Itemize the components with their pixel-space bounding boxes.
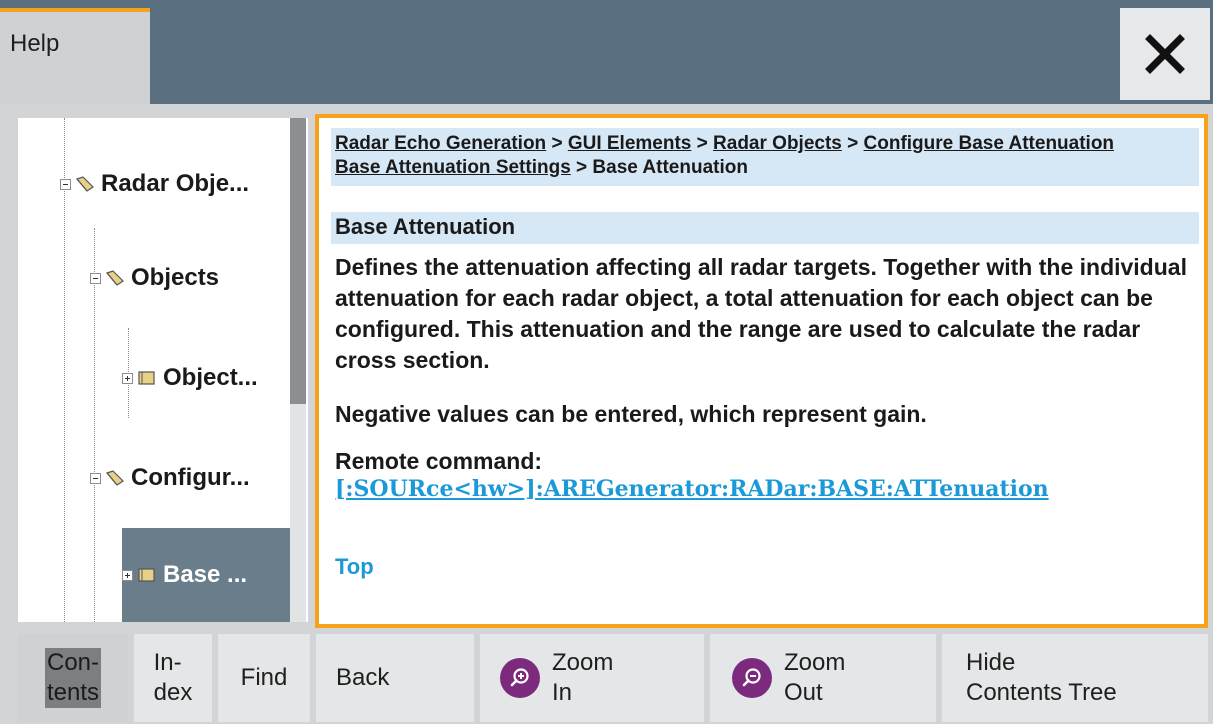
find-button[interactable]: Find bbox=[218, 634, 310, 722]
tree-item-label: Base ... bbox=[163, 561, 248, 588]
breadcrumb-link[interactable]: GUI Elements bbox=[568, 133, 692, 154]
topic-note: Negative values can be entered, which re… bbox=[335, 401, 927, 427]
breadcrumb-link[interactable]: Radar Objects bbox=[713, 133, 842, 154]
tree-item-label: Configur... bbox=[131, 464, 250, 491]
tree-item-radar-objects[interactable]: Radar Obje... bbox=[60, 154, 249, 214]
breadcrumb-current: Base Attenuation bbox=[592, 157, 748, 178]
index-button[interactable]: In-dex bbox=[134, 634, 212, 722]
breadcrumb-link[interactable]: Configure Base Attenuation bbox=[864, 133, 1115, 154]
collapse-icon[interactable] bbox=[90, 272, 101, 284]
hide-contents-tree-button[interactable]: Hide Contents Tree bbox=[942, 634, 1208, 722]
contents-tree: Radar Obje... Objects Object... Configur… bbox=[18, 118, 308, 622]
expand-icon[interactable] bbox=[122, 372, 133, 384]
scrollbar-thumb[interactable] bbox=[290, 118, 306, 404]
breadcrumb: Radar Echo Generation > GUI Elements > R… bbox=[331, 128, 1199, 186]
tree-scrollbar[interactable] bbox=[290, 118, 306, 622]
collapse-icon[interactable] bbox=[60, 178, 71, 190]
top-link[interactable]: Top bbox=[335, 554, 374, 580]
open-book-icon bbox=[105, 470, 124, 486]
back-button-label: Back bbox=[336, 664, 390, 691]
tree-item-label: Objects bbox=[131, 264, 220, 291]
closed-book-icon bbox=[138, 371, 155, 385]
zoom-out-icon bbox=[732, 658, 772, 698]
tree-item-object[interactable]: Object... bbox=[122, 348, 258, 408]
topic-description: Defines the attenuation affecting all ra… bbox=[335, 254, 1187, 373]
remote-command-link[interactable]: [:SOURce<hw>]:AREGenerator:RADar:BASE:AT… bbox=[335, 476, 1049, 502]
find-button-label: Find bbox=[240, 664, 288, 691]
close-icon bbox=[1145, 34, 1185, 74]
zoom-in-label: Zoom In bbox=[552, 649, 614, 706]
breadcrumb-link[interactable]: Base Attenuation Settings bbox=[335, 157, 571, 178]
help-content-panel: Radar Echo Generation > GUI Elements > R… bbox=[315, 114, 1208, 628]
expand-icon[interactable] bbox=[122, 569, 133, 581]
breadcrumb-separator: > bbox=[570, 157, 593, 178]
zoom-in-icon bbox=[500, 658, 540, 698]
closed-book-icon bbox=[138, 568, 155, 582]
close-button[interactable] bbox=[1120, 8, 1210, 100]
help-header-bar bbox=[0, 0, 1213, 104]
zoom-out-button[interactable]: Zoom Out bbox=[710, 634, 936, 722]
zoom-out-label: Zoom Out bbox=[784, 649, 846, 706]
open-book-icon bbox=[75, 176, 94, 192]
breadcrumb-separator: > bbox=[546, 133, 568, 154]
contents-button-label: Con-tents bbox=[44, 648, 102, 708]
breadcrumb-separator: > bbox=[841, 133, 864, 154]
remote-command-label: Remote command: bbox=[335, 448, 543, 474]
tree-item-configure[interactable]: Configur... bbox=[90, 448, 250, 508]
tab-help[interactable]: Help bbox=[0, 8, 150, 104]
back-button[interactable]: Back bbox=[316, 634, 474, 722]
breadcrumb-separator: > bbox=[691, 133, 714, 154]
topic-title: Base Attenuation bbox=[331, 212, 1199, 244]
open-book-icon bbox=[105, 270, 124, 286]
index-button-label: In-dex bbox=[153, 649, 193, 706]
zoom-in-button[interactable]: Zoom In bbox=[480, 634, 704, 722]
tree-item-label: Object... bbox=[163, 364, 258, 391]
tree-item-label: Radar Obje... bbox=[101, 170, 250, 197]
tree-item-objects[interactable]: Objects bbox=[90, 248, 219, 308]
contents-button[interactable]: Con-tents bbox=[18, 634, 128, 722]
tab-help-label: Help bbox=[10, 30, 60, 57]
tree-item-base[interactable]: Base ... bbox=[122, 528, 290, 622]
breadcrumb-link[interactable]: Radar Echo Generation bbox=[335, 133, 546, 154]
scrollbar-track[interactable] bbox=[290, 404, 306, 622]
hide-contents-tree-label: Hide Contents Tree bbox=[966, 649, 1117, 706]
collapse-icon[interactable] bbox=[90, 472, 101, 484]
